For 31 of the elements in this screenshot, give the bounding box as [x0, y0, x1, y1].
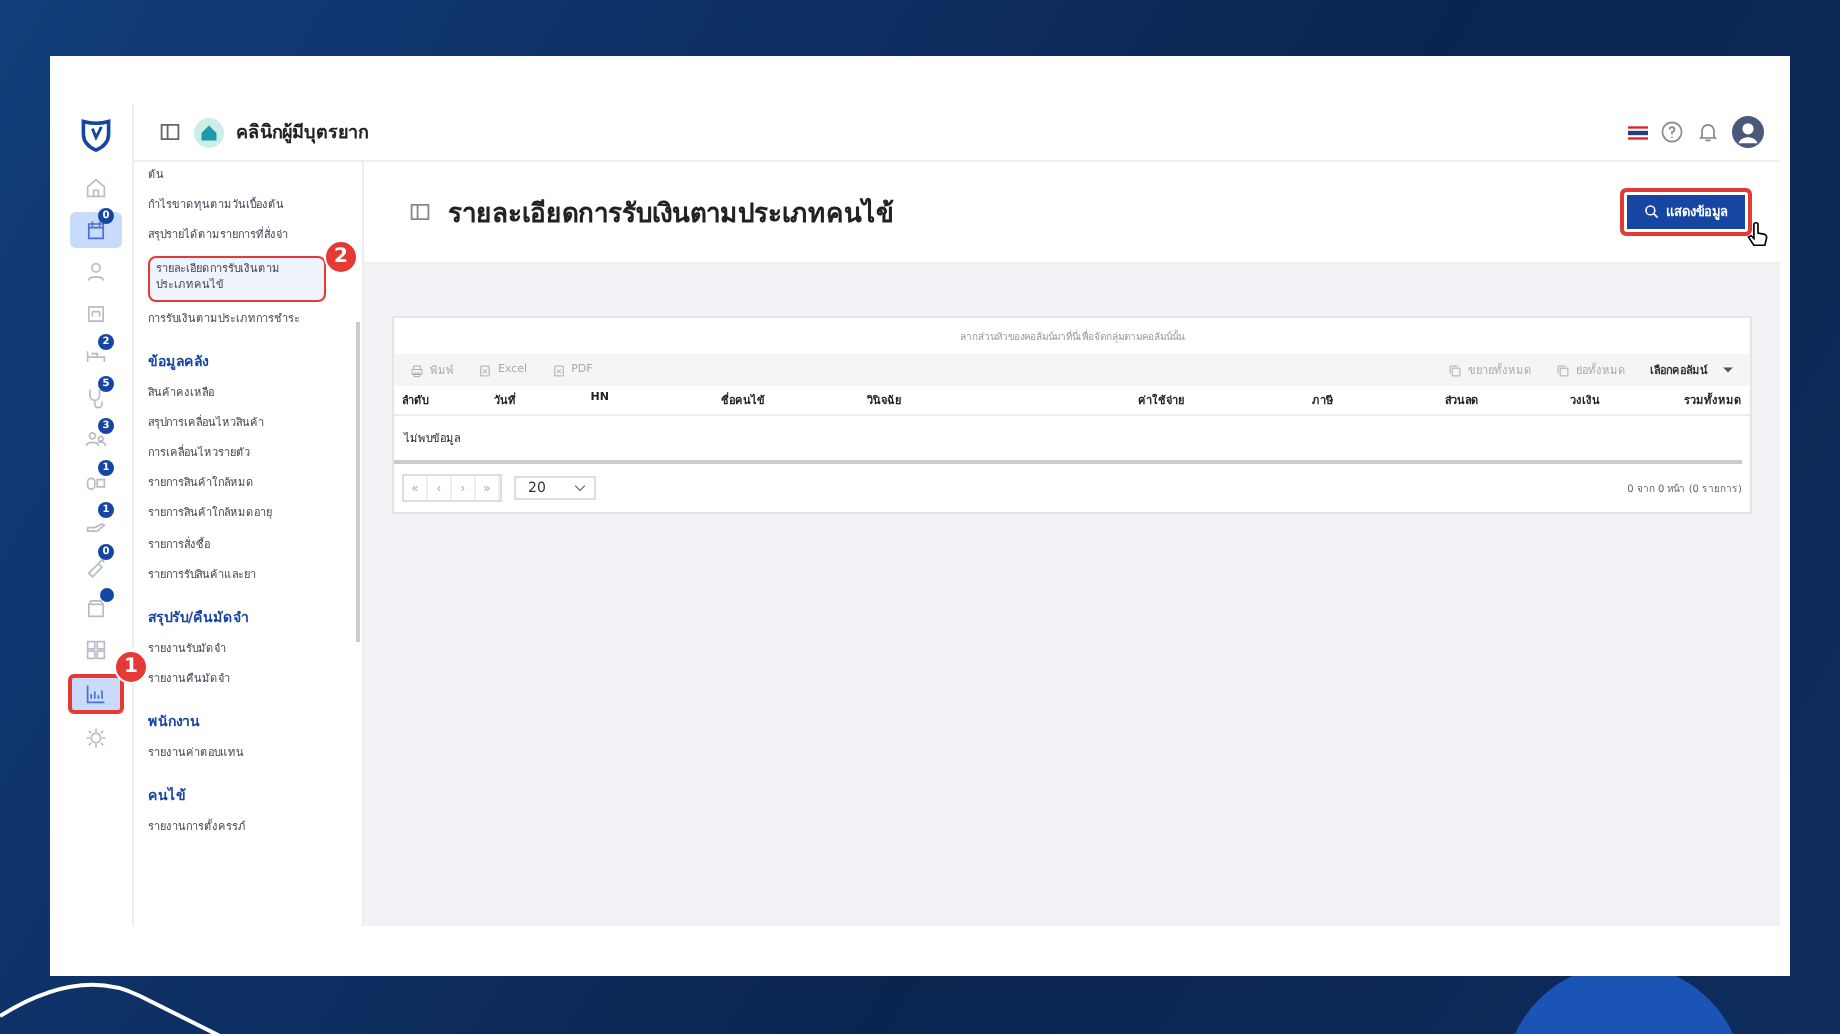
page-title: รายละเอียดการรับเงินตามประเภทคนไข้ — [448, 195, 894, 233]
clinic-name: คลินิกผู้มีบุตรยาก — [236, 120, 368, 146]
printer-icon — [410, 363, 424, 377]
people-icon — [84, 428, 108, 452]
help-icon[interactable] — [1660, 120, 1684, 144]
chart-icon — [84, 682, 108, 706]
shield-logo-icon — [78, 116, 114, 152]
chevron-down-icon — [573, 484, 586, 492]
caret-icon — [1722, 366, 1734, 374]
flag-icon[interactable] — [1628, 125, 1648, 139]
user-avatar-icon[interactable] — [1732, 116, 1764, 148]
copy-icon — [1448, 363, 1462, 377]
house-icon — [84, 176, 108, 200]
house-icon — [194, 117, 224, 147]
stethoscope-icon — [84, 386, 108, 410]
hand-cursor-icon — [1744, 218, 1772, 248]
notification-bell-icon[interactable] — [1696, 120, 1720, 144]
step-number-badge: 2 — [324, 240, 358, 275]
step-number-badge: 1 — [114, 650, 148, 684]
document-icon — [478, 363, 492, 377]
search-icon — [1644, 204, 1660, 220]
box-icon — [84, 596, 108, 620]
grid-icon — [84, 638, 108, 662]
calendar-icon — [84, 218, 108, 242]
sidebar-toggle-icon[interactable] — [158, 120, 182, 144]
copy-icon — [1556, 363, 1570, 377]
scrollbar-thumb[interactable] — [356, 322, 360, 642]
syringe-icon — [84, 554, 108, 578]
person-icon — [84, 260, 108, 284]
panel-icon — [408, 200, 432, 224]
document-icon — [551, 363, 566, 377]
